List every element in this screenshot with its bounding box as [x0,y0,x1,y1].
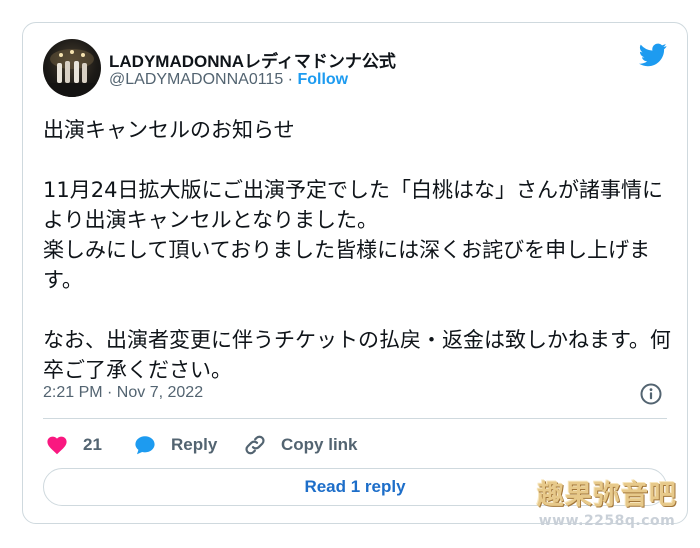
reply-label: Reply [171,435,218,454]
watermark-title: 趣果弥音吧 [537,480,677,511]
timestamp[interactable]: 2:21 PM · Nov 7, 2022 [43,384,203,402]
divider [43,418,667,419]
like-button[interactable]: 21 [45,428,102,462]
heart-icon [47,436,67,455]
reply-bubble-icon [135,436,155,455]
handle-separator: · [283,71,298,88]
handle-row: @LADYMADONNA0115 · Follow [109,71,348,89]
avatar[interactable] [43,39,101,97]
twitter-bird-icon[interactable] [639,43,667,67]
like-count: 21 [83,435,102,454]
watermark: 趣果弥音吧 www.2258q.com [522,480,692,540]
copy-link-button[interactable]: Copy link [243,428,358,462]
tweet-card: LADYMADONNAレディマドンナ公式 @LADYMADONNA0115 · … [22,22,688,524]
handle[interactable]: @LADYMADONNA0115 [109,71,283,88]
follow-button[interactable]: Follow [297,71,348,88]
info-icon[interactable] [639,382,663,406]
copy-link-label: Copy link [281,435,358,454]
tweet-text: 出演キャンセルのお知らせ 11月24日拡大版にご出演予定でした「白桃はな」さんが… [43,118,671,382]
reply-button[interactable]: Reply [133,428,217,462]
display-name[interactable]: LADYMADONNAレディマドンナ公式 [109,47,396,72]
link-icon [245,435,265,455]
watermark-url: www.2258q.com [538,513,676,529]
